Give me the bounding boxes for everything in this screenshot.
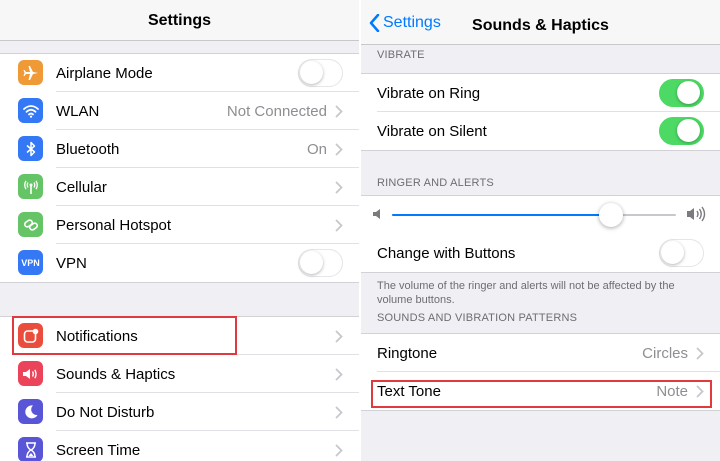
cellular-icon bbox=[18, 174, 43, 199]
settings-row-bluetooth[interactable]: Bluetooth On bbox=[0, 130, 359, 168]
page-title: Sounds & Haptics bbox=[472, 17, 609, 34]
row-label: Screen Time bbox=[56, 441, 141, 459]
row-label: Do Not Disturb bbox=[56, 403, 155, 421]
row-label: Ringtone bbox=[377, 344, 438, 362]
row-label: Sounds & Haptics bbox=[56, 365, 176, 383]
ringer-volume-slider[interactable] bbox=[392, 203, 676, 227]
row-value: Not Connected bbox=[226, 102, 327, 120]
settings-panel: Settings Airplane Mode WLAN Not Connected B… bbox=[0, 0, 359, 461]
bluetooth-icon bbox=[18, 136, 43, 161]
settings-row-vpn: VPN VPN bbox=[0, 244, 359, 282]
chevron-right-icon bbox=[335, 181, 343, 194]
vpn-icon: VPN bbox=[18, 250, 43, 275]
row-value: On bbox=[306, 140, 327, 158]
settings-row-do-not-disturb[interactable]: Do Not Disturb bbox=[0, 393, 359, 431]
chevron-right-icon bbox=[335, 143, 343, 156]
row-label: Change with Buttons bbox=[377, 244, 516, 262]
chevron-right-icon bbox=[335, 444, 343, 457]
section-header-patterns: SOUNDS AND VIBRATION PATTERNS bbox=[377, 312, 578, 324]
settings-row-personal-hotspot[interactable]: Personal Hotspot bbox=[0, 206, 359, 244]
speaker-low-icon bbox=[373, 209, 380, 219]
hotspot-icon bbox=[18, 212, 43, 237]
chevron-right-icon bbox=[335, 219, 343, 232]
section-header-ringer: RINGER AND ALERTS bbox=[377, 177, 494, 189]
row-label: WLAN bbox=[56, 102, 100, 120]
vibrate-on-silent-row: Vibrate on Silent bbox=[361, 112, 720, 150]
row-label: Vibrate on Ring bbox=[377, 84, 481, 102]
vibrate-on-ring-row: Vibrate on Ring bbox=[361, 74, 720, 112]
vibrate-on-ring-toggle[interactable] bbox=[659, 79, 704, 107]
chevron-right-icon bbox=[696, 347, 704, 360]
ringtone-highlight bbox=[371, 380, 712, 408]
notifications-highlight bbox=[12, 316, 237, 355]
speaker-icon bbox=[18, 361, 43, 386]
vpn-toggle[interactable] bbox=[298, 249, 343, 277]
page-title: Settings bbox=[147, 12, 212, 29]
row-label: Vibrate on Silent bbox=[377, 122, 487, 140]
ringer-group: Change with Buttons bbox=[361, 195, 720, 273]
settings-navbar: Settings bbox=[0, 0, 359, 41]
row-label: Cellular bbox=[56, 178, 107, 196]
chevron-right-icon bbox=[335, 368, 343, 381]
settings-row-sounds-and-haptics[interactable]: Sounds & Haptics bbox=[0, 355, 359, 393]
change-with-buttons-row: Change with Buttons bbox=[361, 234, 720, 272]
ringer-volume-row bbox=[361, 196, 720, 234]
ringer-footnote: The volume of the ringer and alerts will… bbox=[377, 280, 675, 306]
hourglass-icon bbox=[18, 437, 43, 461]
section-header-vibrate: VIBRATE bbox=[377, 49, 425, 61]
vibrate-group: Vibrate on Ring Vibrate on Silent bbox=[361, 73, 720, 151]
moon-icon bbox=[18, 399, 43, 424]
chevron-right-icon bbox=[335, 406, 343, 419]
chevron-right-icon bbox=[335, 330, 343, 343]
ringtone-row[interactable]: Ringtone Circles bbox=[361, 334, 720, 372]
vibrate-on-silent-toggle[interactable] bbox=[659, 117, 704, 145]
row-value: Circles bbox=[642, 344, 688, 362]
airplane-icon bbox=[18, 60, 43, 85]
settings-row-screen-time[interactable]: Screen Time bbox=[0, 431, 359, 461]
settings-row-airplane-mode: Airplane Mode bbox=[0, 54, 359, 92]
row-label: Personal Hotspot bbox=[56, 216, 172, 234]
settings-group-connectivity: Airplane Mode WLAN Not Connected Bluetooth O… bbox=[0, 53, 359, 283]
speaker-high-icon bbox=[687, 206, 706, 222]
sounds-navbar: Settings Sounds & Haptics bbox=[361, 0, 720, 45]
settings-row-wlan[interactable]: WLAN Not Connected bbox=[0, 92, 359, 130]
row-label: Airplane Mode bbox=[56, 64, 153, 82]
change-with-buttons-toggle[interactable] bbox=[659, 239, 704, 267]
row-label: Bluetooth bbox=[56, 140, 120, 158]
airplane-mode-toggle[interactable] bbox=[298, 59, 343, 87]
chevron-right-icon bbox=[335, 105, 343, 118]
slider-thumb[interactable] bbox=[598, 203, 623, 227]
wifi-icon bbox=[18, 98, 43, 123]
row-label: VPN bbox=[56, 254, 87, 272]
settings-row-cellular[interactable]: Cellular bbox=[0, 168, 359, 206]
